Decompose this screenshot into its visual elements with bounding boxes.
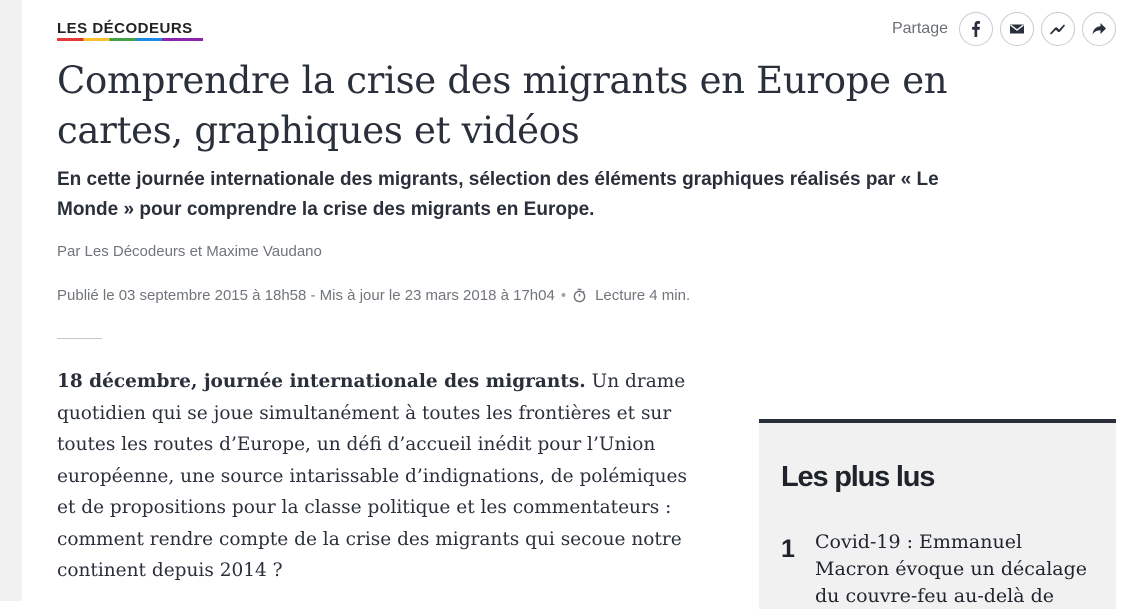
- page-title: Comprendre la crise des migrants en Euro…: [57, 59, 948, 152]
- body-text: Un drame quotidien qui se joue simultané…: [57, 371, 687, 581]
- facebook-share-button[interactable]: [959, 12, 993, 46]
- most-read-item[interactable]: 1 Covid-19 : Emmanuel Macron évoque un d…: [781, 529, 1101, 610]
- rubric-color-bar: [57, 38, 203, 41]
- article-meta: Publié le 03 septembre 2015 à 18h58 - Mi…: [57, 287, 690, 304]
- forward-share-button[interactable]: [1082, 12, 1116, 46]
- most-read-heading: Les plus lus: [781, 461, 935, 493]
- meta-separator: •: [560, 287, 567, 304]
- article-standfirst: En cette journée internationale des migr…: [57, 169, 939, 220]
- article-byline[interactable]: Par Les Décodeurs et Maxime Vaudano: [57, 243, 322, 260]
- section-rubric-link[interactable]: LES DÉCODEURS: [57, 20, 203, 41]
- email-share-button[interactable]: [1000, 12, 1034, 46]
- divider: [57, 338, 102, 339]
- envelope-icon: [1010, 24, 1024, 34]
- share-arrow-icon: [1092, 23, 1106, 35]
- stopwatch-icon: [573, 288, 586, 303]
- messenger-icon: [1050, 24, 1065, 35]
- left-rail: [0, 0, 22, 601]
- most-read-title[interactable]: Covid-19 : Emmanuel Macron évoque un déc…: [815, 529, 1095, 610]
- facebook-icon: [972, 21, 980, 37]
- body-lead: 18 décembre, journée internationale des …: [57, 371, 586, 392]
- most-read-rank: 1: [781, 535, 795, 563]
- most-read-panel: Les plus lus 1 Covid-19 : Emmanuel Macro…: [759, 419, 1116, 609]
- messenger-share-button[interactable]: [1041, 12, 1075, 46]
- article-body: 18 décembre, journée internationale des …: [57, 366, 697, 587]
- reading-time: Lecture 4 min.: [595, 287, 691, 304]
- rubric-label: LES DÉCODEURS: [57, 20, 193, 37]
- share-label: Partage: [891, 20, 948, 37]
- share-bar: Partage: [892, 12, 1116, 46]
- publication-dates: Publié le 03 septembre 2015 à 18h58 - Mi…: [57, 287, 555, 304]
